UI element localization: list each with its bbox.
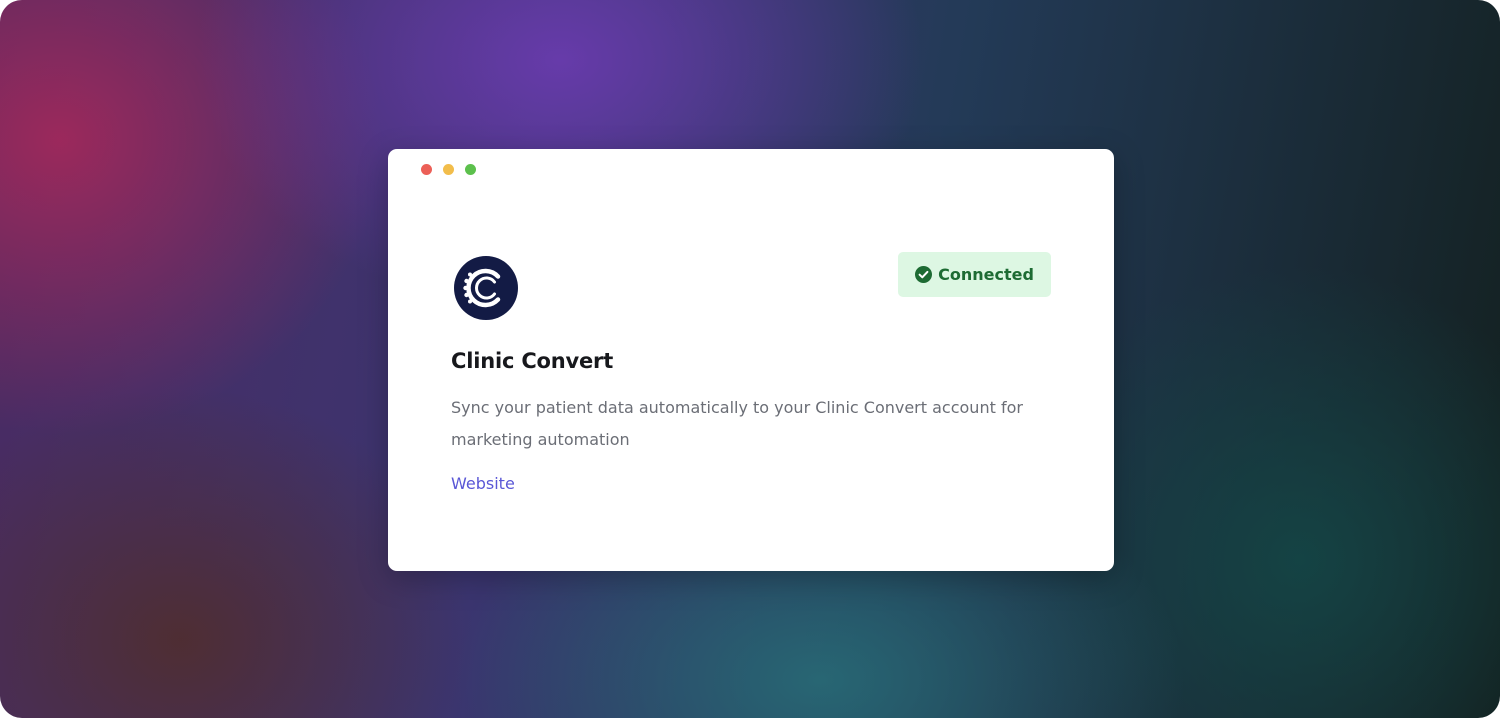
- check-circle-icon: [915, 266, 933, 283]
- integration-description: Sync your patient data automatically to …: [451, 398, 1023, 449]
- maximize-window-dot[interactable]: [465, 164, 476, 175]
- clinic-convert-logo-icon: [454, 256, 518, 320]
- status-badge: Connected: [898, 252, 1051, 297]
- status-label: Connected: [938, 265, 1034, 284]
- integration-title: Clinic Convert: [451, 349, 614, 373]
- close-window-dot[interactable]: [421, 164, 432, 175]
- minimize-window-dot[interactable]: [443, 164, 454, 175]
- integration-card: Connected Clinic Convert Sync your patie…: [388, 149, 1114, 571]
- website-link[interactable]: Website: [451, 474, 515, 493]
- window-controls: [421, 164, 476, 175]
